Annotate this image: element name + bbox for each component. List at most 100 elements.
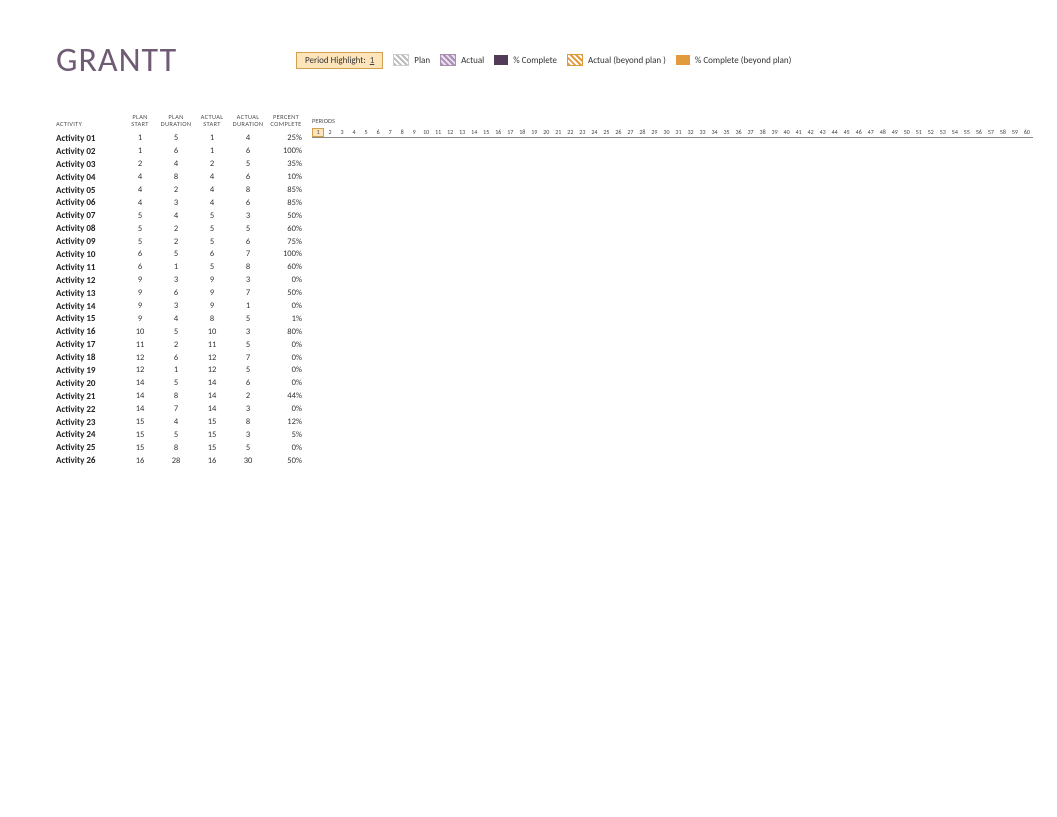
period-tick: 52: [925, 128, 937, 137]
legend-actual: Actual: [440, 54, 484, 66]
period-tick: 32: [684, 128, 696, 137]
col-percent: PERCENT COMPLETE: [266, 114, 306, 132]
cell-activity: Activity 17: [56, 339, 122, 350]
cell-activity: Activity 03: [56, 159, 122, 170]
period-tick: 19: [528, 128, 540, 137]
cell-actual-start: 1: [194, 146, 230, 156]
cell-actual-duration: 4: [230, 133, 266, 143]
table-row: Activity 191211250%: [56, 364, 306, 377]
cell-actual-duration: 7: [230, 288, 266, 298]
cell-activity: Activity 20: [56, 378, 122, 389]
cell-actual-duration: 5: [230, 340, 266, 350]
cell-actual-start: 4: [194, 198, 230, 208]
period-tick: 11: [432, 128, 444, 137]
cell-actual-start: 5: [194, 237, 230, 247]
cell-activity: Activity 25: [56, 442, 122, 453]
table-row: Activity 11615860%: [56, 261, 306, 274]
table-row: Activity 06434685%: [56, 196, 306, 209]
cell-percent: 0%: [266, 443, 306, 453]
body: ACTIVITY PLAN START PLAN DURATION ACTUAL…: [56, 104, 1033, 467]
period-highlight-value[interactable]: 1: [370, 55, 375, 66]
cell-plan-duration: 5: [158, 327, 194, 337]
cell-plan-duration: 6: [158, 146, 194, 156]
cell-activity: Activity 22: [56, 404, 122, 415]
cell-actual-duration: 3: [230, 211, 266, 221]
table-row: Activity 021616100%: [56, 145, 306, 158]
cell-actual-duration: 8: [230, 262, 266, 272]
cell-actual-duration: 3: [230, 275, 266, 285]
cell-actual-start: 4: [194, 185, 230, 195]
cell-percent: 100%: [266, 249, 306, 259]
cell-plan-start: 5: [122, 211, 158, 221]
period-tick: 2: [324, 128, 336, 137]
period-tick: 40: [781, 128, 793, 137]
cell-activity: Activity 08: [56, 223, 122, 234]
cell-activity: Activity 12: [56, 275, 122, 286]
table-row: Activity 1293930%: [56, 274, 306, 287]
actual-swatch-icon: [440, 54, 456, 66]
cell-activity: Activity 10: [56, 249, 122, 260]
legend-complete-beyond: % Complete (beyond plan): [676, 55, 792, 66]
cell-activity: Activity 02: [56, 146, 122, 157]
cell-plan-start: 16: [122, 456, 158, 466]
period-tick: 58: [997, 128, 1009, 137]
cell-activity: Activity 16: [56, 326, 122, 337]
cell-actual-start: 12: [194, 353, 230, 363]
period-tick: 10: [420, 128, 432, 137]
cell-actual-start: 12: [194, 365, 230, 375]
period-tick: 50: [901, 128, 913, 137]
cell-plan-start: 15: [122, 443, 158, 453]
period-highlight-box[interactable]: Period Highlight: 1: [296, 52, 383, 69]
col-plan-start: PLAN START: [122, 114, 158, 132]
cell-activity: Activity 04: [56, 172, 122, 183]
period-tick: 43: [817, 128, 829, 137]
cell-plan-start: 15: [122, 430, 158, 440]
column-headers: ACTIVITY PLAN START PLAN DURATION ACTUAL…: [56, 104, 306, 132]
col-activity: ACTIVITY: [56, 121, 122, 132]
period-tick: 27: [624, 128, 636, 137]
col-actual-duration: ACTUAL DURATION: [230, 114, 266, 132]
cell-plan-start: 14: [122, 404, 158, 414]
table-row: Activity 1594851%: [56, 312, 306, 325]
cell-actual-start: 10: [194, 327, 230, 337]
period-tick: 5: [360, 128, 372, 137]
cell-actual-start: 5: [194, 211, 230, 221]
periods-ruler: 1234567891011121314151617181920212223242…: [312, 127, 1033, 138]
cell-plan-start: 1: [122, 133, 158, 143]
legend-complete-label: % Complete: [513, 55, 557, 66]
cell-plan-duration: 2: [158, 340, 194, 350]
cell-plan-start: 14: [122, 378, 158, 388]
cell-actual-start: 9: [194, 288, 230, 298]
cell-plan-duration: 3: [158, 198, 194, 208]
period-tick: 29: [648, 128, 660, 137]
cell-percent: 85%: [266, 198, 306, 208]
cell-plan-duration: 3: [158, 301, 194, 311]
table-row: Activity 09525675%: [56, 235, 306, 248]
period-tick: 57: [985, 128, 997, 137]
cell-percent: 75%: [266, 237, 306, 247]
period-tick: 6: [372, 128, 384, 137]
cell-plan-start: 15: [122, 417, 158, 427]
cell-actual-duration: 3: [230, 430, 266, 440]
cell-percent: 0%: [266, 353, 306, 363]
period-tick: 28: [636, 128, 648, 137]
period-tick: 51: [913, 128, 925, 137]
table-row: Activity 2315415812%: [56, 416, 306, 429]
period-tick: 12: [444, 128, 456, 137]
plan-swatch-icon: [393, 54, 409, 66]
cell-plan-duration: 3: [158, 275, 194, 285]
cell-activity: Activity 06: [56, 197, 122, 208]
cell-plan-start: 6: [122, 262, 158, 272]
col-actual-start: ACTUAL START: [194, 114, 230, 132]
table-row: Activity 106567100%: [56, 248, 306, 261]
cell-actual-duration: 5: [230, 224, 266, 234]
cell-plan-start: 11: [122, 340, 158, 350]
cell-actual-duration: 7: [230, 249, 266, 259]
cell-plan-duration: 2: [158, 224, 194, 234]
cell-plan-duration: 1: [158, 365, 194, 375]
complete-beyond-swatch-icon: [676, 55, 690, 65]
cell-actual-duration: 8: [230, 185, 266, 195]
cell-plan-start: 5: [122, 237, 158, 247]
period-tick: 42: [805, 128, 817, 137]
period-tick: 15: [480, 128, 492, 137]
